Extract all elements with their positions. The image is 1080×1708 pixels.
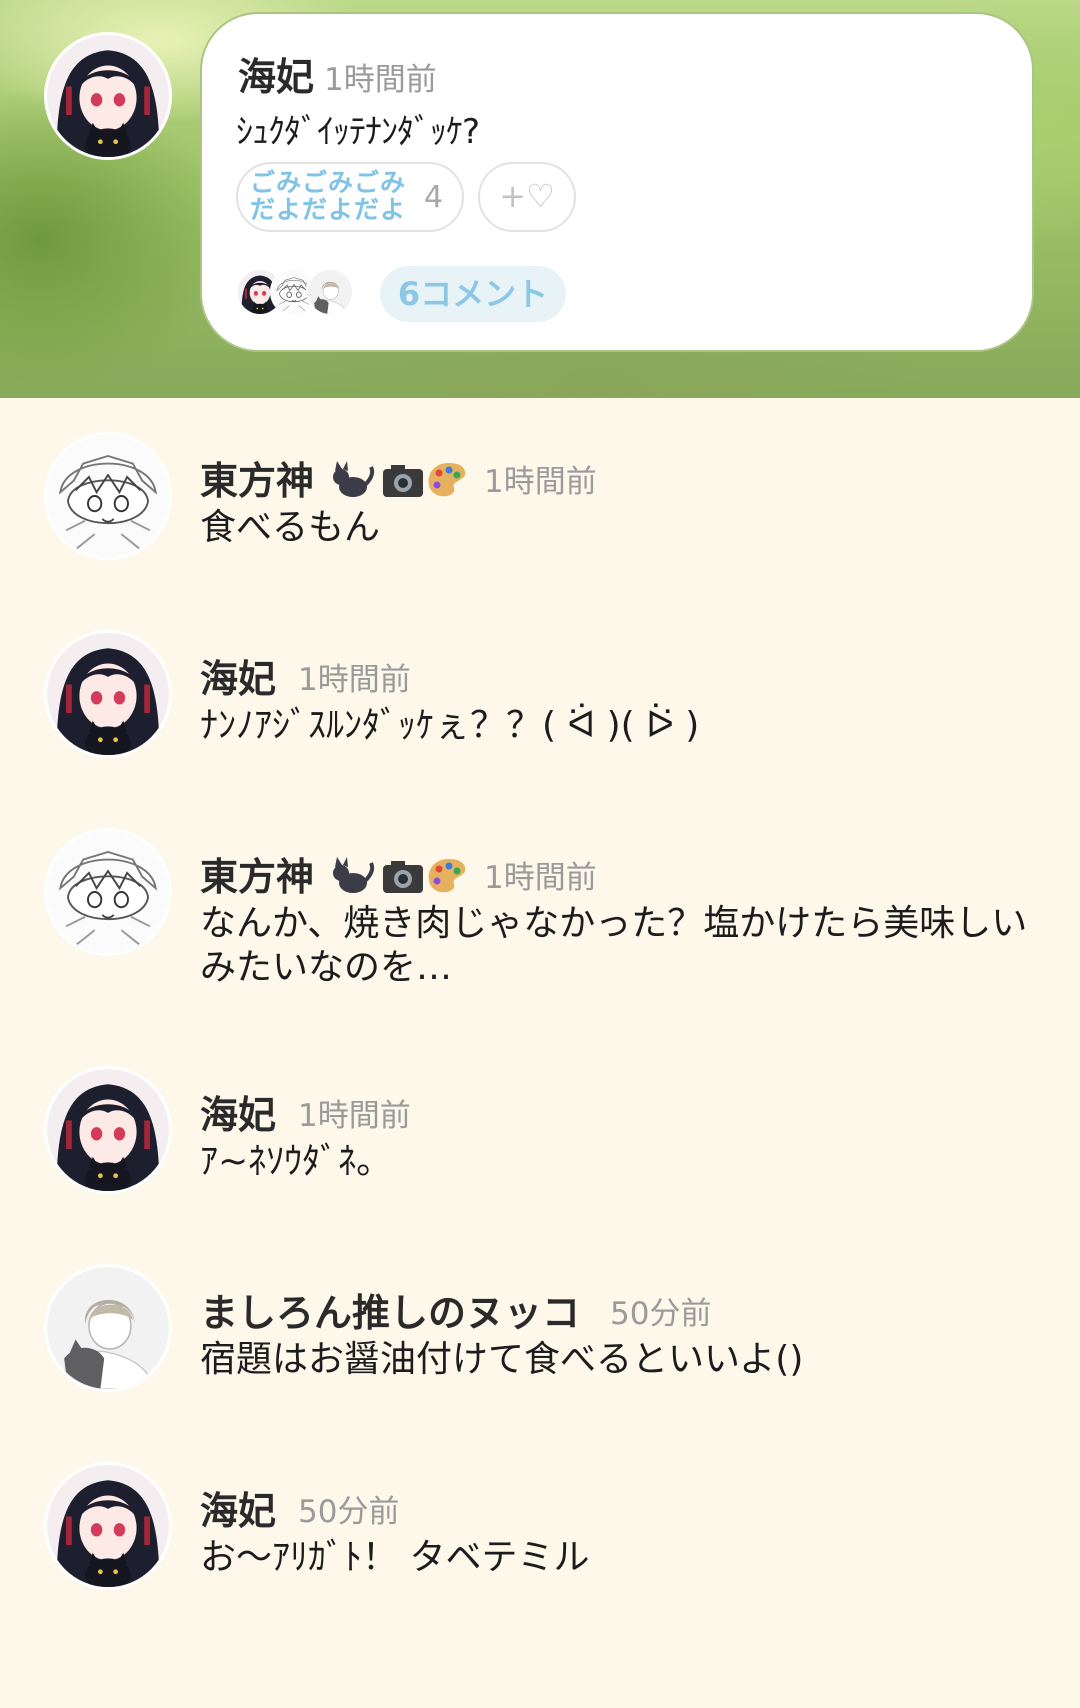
comment-avatar[interactable] [44, 828, 172, 956]
comment-avatar[interactable] [44, 1462, 172, 1590]
comment-timestamp: 1時間前 [484, 860, 597, 896]
comment-timestamp: 50分前 [298, 1494, 400, 1530]
palette-icon [428, 463, 466, 497]
comment-text: 食べるもん [200, 507, 381, 548]
comment-count-button[interactable]: 6コメント [380, 266, 566, 322]
post-author-name[interactable]: 海妃 [238, 46, 314, 101]
comment-author-label: 東方神 [200, 855, 315, 899]
reaction-stamp-image: ごみごみごみだよだよだよ [250, 168, 407, 224]
comment-author-name[interactable]: 東方神 [200, 450, 471, 510]
reaction-stamp-button[interactable]: ごみごみごみだよだよだよ 4 [236, 162, 464, 232]
comment-avatar[interactable] [44, 1264, 172, 1392]
emoji-icons [331, 853, 471, 906]
comment-author-name[interactable]: 東方神 [200, 846, 471, 906]
post-author-avatar[interactable] [44, 32, 172, 160]
post-text: ｼｭｸﾀﾞｲｯﾃﾅﾝﾀﾞｯｹ? [236, 112, 480, 152]
comment-text: ｱ~ﾈｿｳﾀﾞﾈ。 [200, 1141, 393, 1182]
palette-icon [428, 859, 466, 893]
add-reaction-button[interactable]: +♡ [478, 162, 576, 232]
comment-author-name[interactable]: ましろん推しのヌッコ [200, 1282, 580, 1337]
comment-author-name[interactable]: 海妃 [200, 1084, 276, 1139]
cat-icon [333, 857, 375, 893]
comment-author-name[interactable]: 海妃 [200, 648, 276, 703]
comment-author-name[interactable]: 海妃 [200, 1480, 276, 1535]
reaction-count: 4 [424, 180, 444, 215]
comment-author-label: 東方神 [200, 459, 315, 503]
emoji-icons [331, 457, 471, 510]
comment-text: なんか、焼き肉じゃなかった？塩かけたら美味しいみたいなのを… [200, 903, 1028, 988]
commenter-avatar [306, 268, 354, 316]
post-timestamp: 1時間前 [324, 62, 437, 98]
cat-icon [333, 461, 375, 497]
comment-timestamp: 1時間前 [484, 464, 597, 500]
comment-timestamp: 1時間前 [298, 662, 411, 698]
comment-avatar[interactable] [44, 432, 172, 560]
comment-text: ﾅﾝﾉｱｼﾞｽﾙﾝﾀﾞｯｹぇ？？( ᐛ )( ᐖ ) [200, 705, 700, 746]
camera-icon [383, 861, 424, 893]
comment-avatar[interactable] [44, 630, 172, 758]
post-card: 海妃 1時間前 ｼｭｸﾀﾞｲｯﾃﾅﾝﾀﾞｯｹ? ごみごみごみだよだよだよ 4 +… [200, 12, 1034, 352]
comment-timestamp: 50分前 [610, 1296, 712, 1332]
comment-avatar[interactable] [44, 1066, 172, 1194]
comment-timestamp: 1時間前 [298, 1098, 411, 1134]
camera-icon [383, 465, 424, 497]
comment-text: お〜ｱﾘｶﾞﾄ！ タベテミル [200, 1537, 590, 1578]
comment-text: 宿題はお醤油付けて食べるといいよ() [200, 1339, 804, 1380]
